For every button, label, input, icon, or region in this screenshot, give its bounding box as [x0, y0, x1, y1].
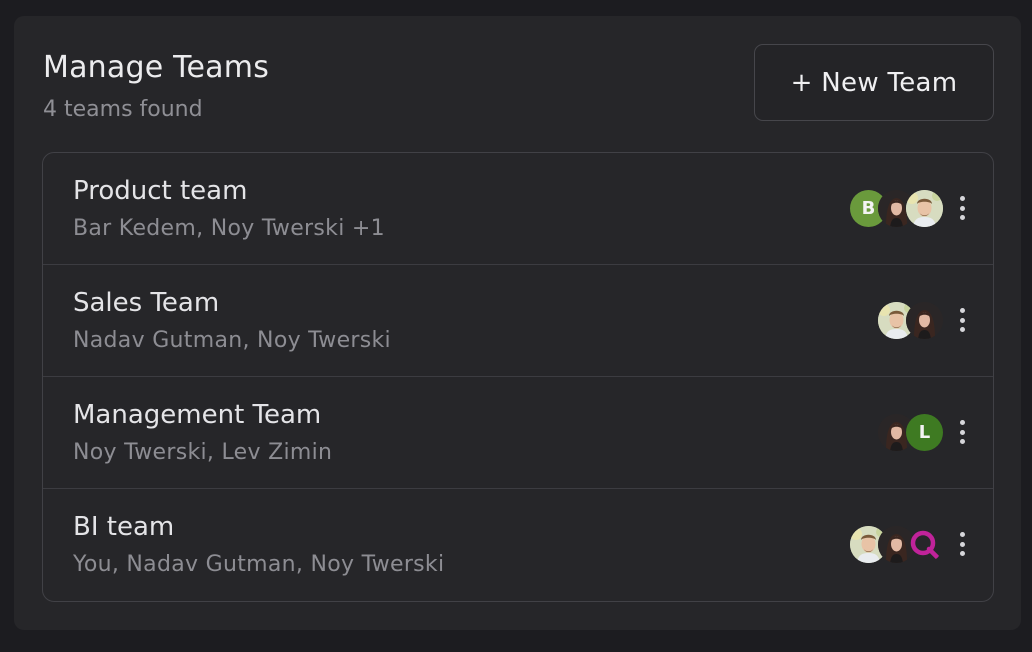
- team-row-product[interactable]: Product team Bar Kedem, Noy Twerski +1 B: [43, 153, 993, 265]
- team-members: Nadav Gutman, Noy Twerski: [73, 328, 391, 353]
- avatar-stack: L: [878, 414, 943, 451]
- manage-teams-panel: Manage Teams 4 teams found + New Team Pr…: [14, 16, 1021, 630]
- team-row-bi[interactable]: BI team You, Nadav Gutman, Noy Twerski: [43, 489, 993, 601]
- avatar-stack: [850, 526, 943, 563]
- new-team-button[interactable]: + New Team: [754, 44, 994, 121]
- kebab-menu-icon[interactable]: [955, 529, 969, 559]
- teams-count: 4 teams found: [43, 97, 203, 122]
- avatar-logo-icon: [906, 526, 943, 563]
- team-members: Noy Twerski, Lev Zimin: [73, 440, 333, 465]
- page-title: Manage Teams: [43, 50, 270, 85]
- avatar-initial-l: L: [906, 414, 943, 451]
- team-list: Product team Bar Kedem, Noy Twerski +1 B…: [42, 152, 994, 602]
- team-name: Management Team: [73, 400, 322, 430]
- kebab-menu-icon[interactable]: [955, 193, 969, 223]
- kebab-menu-icon[interactable]: [955, 305, 969, 335]
- kebab-menu-icon[interactable]: [955, 417, 969, 447]
- team-name: BI team: [73, 512, 175, 542]
- team-name: Product team: [73, 176, 248, 206]
- team-row-management[interactable]: Management Team Noy Twerski, Lev Zimin L: [43, 377, 993, 489]
- avatar-stack: B: [850, 190, 943, 227]
- team-members: Bar Kedem, Noy Twerski +1: [73, 216, 385, 241]
- team-name: Sales Team: [73, 288, 220, 318]
- avatar-stack: [878, 302, 943, 339]
- avatar-photo: [906, 190, 943, 227]
- avatar-photo: [906, 302, 943, 339]
- team-members: You, Nadav Gutman, Noy Twerski: [73, 552, 445, 577]
- team-row-sales[interactable]: Sales Team Nadav Gutman, Noy Twerski: [43, 265, 993, 377]
